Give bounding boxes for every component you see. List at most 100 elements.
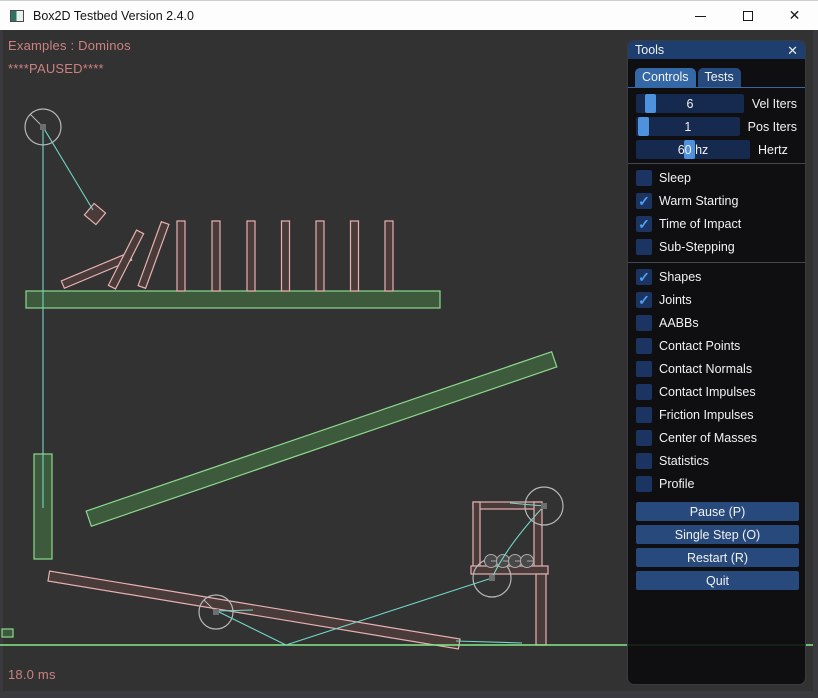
checkbox-row-time-of-impact: ✓ Time of Impact [636, 216, 797, 232]
checkbox-label: Contact Normals [659, 362, 752, 376]
joint-line [43, 127, 93, 210]
checkbox-label: Warm Starting [659, 194, 738, 208]
slider-label: Hertz [758, 143, 788, 157]
slider-vel-iters[interactable]: 6 [636, 94, 744, 113]
standing-domino[interactable] [316, 221, 324, 291]
checkbox-aabbs[interactable] [636, 315, 652, 331]
slider-value: 60 hz [636, 140, 750, 159]
checkbox-label: Contact Points [659, 339, 740, 353]
paused-label: ****PAUSED**** [8, 61, 104, 76]
single-step-button[interactable]: Single Step (O) [636, 525, 799, 544]
standing-domino[interactable] [385, 221, 393, 291]
joint-anchor [40, 124, 46, 130]
maximize-button[interactable] [724, 1, 771, 30]
checkbox-label: Sleep [659, 171, 691, 185]
checkbox-row-profile: Profile [636, 476, 797, 492]
window-title: Box2D Testbed Version 2.4.0 [33, 9, 194, 23]
checkbox-label: Statistics [659, 454, 709, 468]
standing-domino[interactable] [247, 221, 255, 291]
checkbox-label: Time of Impact [659, 217, 741, 231]
checkbox-row-contact-normals: Contact Normals [636, 361, 797, 377]
tools-panel: Tools ✕ ControlsTests 6 Vel Iters 1 Pos Ite… [627, 40, 806, 685]
slider-row-pos-iters: 1 Pos Iters [636, 117, 797, 136]
minimize-icon [695, 16, 706, 17]
slider-row-hertz: 60 hz Hertz [636, 140, 797, 159]
checkbox-time-of-impact[interactable]: ✓ [636, 216, 652, 232]
checkbox-center-of-masses[interactable] [636, 430, 652, 446]
separator [628, 163, 805, 164]
maximize-icon [743, 11, 753, 21]
app-icon [10, 10, 24, 22]
checkbox-label: Joints [659, 293, 692, 307]
panel-tabs: ControlsTests [635, 68, 805, 87]
close-button[interactable]: ✕ [771, 1, 818, 30]
checkbox-contact-impulses[interactable] [636, 384, 652, 400]
separator [628, 262, 805, 263]
example-label: Examples : Dominos [8, 38, 131, 53]
checkbox-shapes[interactable]: ✓ [636, 269, 652, 285]
frame-time-label: 18.0 ms [8, 667, 56, 682]
checkbox-joints[interactable]: ✓ [636, 292, 652, 308]
tools-panel-header[interactable]: Tools ✕ [628, 41, 805, 59]
slider-row-vel-iters: 6 Vel Iters [636, 94, 797, 113]
slider-value: 1 [636, 117, 740, 136]
checkbox-row-sub-stepping: Sub-Stepping [636, 239, 797, 255]
standing-domino[interactable] [212, 221, 220, 291]
checkbox-row-center-of-masses: Center of Masses [636, 430, 797, 446]
slider-label: Vel Iters [752, 97, 797, 111]
slider-pos-iters[interactable]: 1 [636, 117, 740, 136]
joint-anchor [541, 503, 547, 509]
panel-close-button[interactable]: ✕ [787, 44, 798, 57]
checkbox-label: Friction Impulses [659, 408, 753, 422]
falling-domino[interactable] [138, 222, 169, 289]
frame-lower-post[interactable] [536, 574, 546, 645]
pause-button[interactable]: Pause (P) [636, 502, 799, 521]
standing-domino[interactable] [351, 221, 359, 291]
checkbox-statistics[interactable] [636, 453, 652, 469]
standing-domino[interactable] [282, 221, 290, 291]
checkbox-row-aabbs: AABBs [636, 315, 797, 331]
checkbox-label: Center of Masses [659, 431, 757, 445]
checkbox-row-statistics: Statistics [636, 453, 797, 469]
quit-button[interactable]: Quit [636, 571, 799, 590]
slider-value: 6 [636, 94, 744, 113]
standing-domino[interactable] [177, 221, 185, 291]
tab-tests[interactable]: Tests [698, 68, 741, 87]
tilting-plank[interactable] [48, 571, 460, 649]
checkbox-label: Contact Impulses [659, 385, 756, 399]
titlebar[interactable]: Box2D Testbed Version 2.4.0 ✕ [0, 0, 818, 30]
domino-platform [26, 291, 440, 308]
checkbox-row-friction-impulses: Friction Impulses [636, 407, 797, 423]
checkbox-row-contact-impulses: Contact Impulses [636, 384, 797, 400]
checkbox-sub-stepping[interactable] [636, 239, 652, 255]
checkbox-sleep[interactable] [636, 170, 652, 186]
checkbox-row-contact-points: Contact Points [636, 338, 797, 354]
checkbox-contact-normals[interactable] [636, 361, 652, 377]
checkbox-contact-points[interactable] [636, 338, 652, 354]
swinging-box[interactable] [84, 203, 105, 224]
checkbox-label: Shapes [659, 270, 701, 284]
checkbox-row-sleep: Sleep [636, 170, 797, 186]
joint-anchor [489, 575, 495, 581]
checkbox-friction-impulses[interactable] [636, 407, 652, 423]
checkbox-row-joints: ✓ Joints [636, 292, 797, 308]
checkbox-warm-starting[interactable]: ✓ [636, 193, 652, 209]
joint-line [456, 641, 522, 643]
joint-anchor [213, 609, 219, 615]
tools-panel-title: Tools [635, 43, 664, 57]
tab-controls[interactable]: Controls [635, 68, 696, 87]
checkbox-label: Profile [659, 477, 694, 491]
small-box [2, 629, 13, 637]
checkbox-label: AABBs [659, 316, 699, 330]
checkbox-label: Sub-Stepping [659, 240, 735, 254]
slider-label: Pos Iters [748, 120, 797, 134]
slider-hertz[interactable]: 60 hz [636, 140, 750, 159]
frame-left-post[interactable] [473, 502, 480, 573]
minimize-button[interactable] [677, 1, 724, 30]
frame-top-beam[interactable] [473, 502, 542, 509]
panel-body: 6 Vel Iters 1 Pos Iters 60 hz Hertz Sleep ✓ Warm… [628, 88, 805, 590]
checkbox-row-shapes: ✓ Shapes [636, 269, 797, 285]
checkbox-profile[interactable] [636, 476, 652, 492]
restart-button[interactable]: Restart (R) [636, 548, 799, 567]
angled-plank [86, 352, 557, 527]
